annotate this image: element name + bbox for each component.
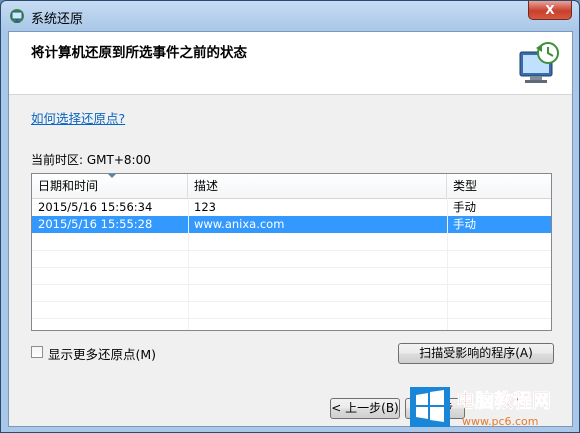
page-title: 将计算机还原到所选事件之前的状态 — [31, 45, 247, 61]
table-row-selected[interactable]: 2015/5/16 15:55:28 www.anixa.com 手动 — [32, 216, 551, 233]
grid-line — [32, 267, 551, 268]
cell-type: 手动 — [453, 200, 476, 214]
grid-line — [188, 198, 189, 330]
column-header-type[interactable]: 类型 — [447, 174, 551, 198]
show-more-checkbox[interactable] — [31, 346, 43, 358]
title-bar: 系统还原 X — [1, 1, 579, 31]
column-header-datetime[interactable]: 日期和时间 — [32, 174, 188, 198]
grid-line — [447, 198, 448, 330]
restore-points-table[interactable]: 日期和时间 描述 类型 2015/5/16 15:56:34 123 手动 20… — [31, 173, 552, 331]
system-restore-monitor-icon — [519, 42, 559, 83]
header-panel: 将计算机还原到所选事件之前的状态 — [9, 32, 572, 95]
scan-affected-programs-button[interactable]: 扫描受影响的程序(A) — [398, 343, 554, 364]
windows-logo-icon — [410, 387, 450, 427]
column-header-label: 日期和时间 — [38, 179, 99, 193]
watermark-text: 电脑教程网 — [456, 389, 551, 412]
table-header: 日期和时间 描述 类型 — [32, 174, 551, 199]
close-icon: X — [545, 3, 555, 17]
table-row[interactable]: 2015/5/16 15:56:34 123 手动 — [32, 199, 551, 216]
column-header-description[interactable]: 描述 — [188, 174, 447, 198]
column-header-label: 描述 — [194, 179, 219, 193]
window-title: 系统还原 — [31, 12, 84, 27]
system-restore-icon — [10, 9, 24, 23]
grid-line — [32, 284, 551, 285]
close-button[interactable]: X — [528, 1, 572, 20]
cell-datetime: 2015/5/16 15:55:28 — [38, 217, 153, 231]
watermark-url: www.pc6.com — [462, 415, 539, 428]
timezone-label: 当前时区: GMT+8:00 — [31, 153, 151, 167]
cell-datetime: 2015/5/16 15:56:34 — [38, 200, 153, 214]
watermark: 电脑教程网 www.pc6.com — [410, 387, 551, 428]
cell-description: www.anixa.com — [194, 217, 285, 231]
grid-line — [32, 250, 551, 251]
sort-arrow-icon — [108, 174, 116, 178]
system-restore-window: 系统还原 X 将计算机还原到所选事件之前的状态 如何选择还原点? 当前时区: G… — [0, 0, 580, 433]
back-button[interactable]: < 上一步(B) — [330, 398, 400, 419]
help-link[interactable]: 如何选择还原点? — [31, 108, 125, 127]
grid-line — [32, 318, 551, 319]
grid-line — [32, 301, 551, 302]
checkbox-label: 显示更多还原点(M) — [48, 347, 157, 362]
cell-type: 手动 — [453, 217, 476, 231]
cell-description: 123 — [194, 200, 216, 214]
content-area: 将计算机还原到所选事件之前的状态 如何选择还原点? 当前时区: GMT+8:00… — [8, 31, 573, 427]
column-header-label: 类型 — [453, 179, 478, 193]
